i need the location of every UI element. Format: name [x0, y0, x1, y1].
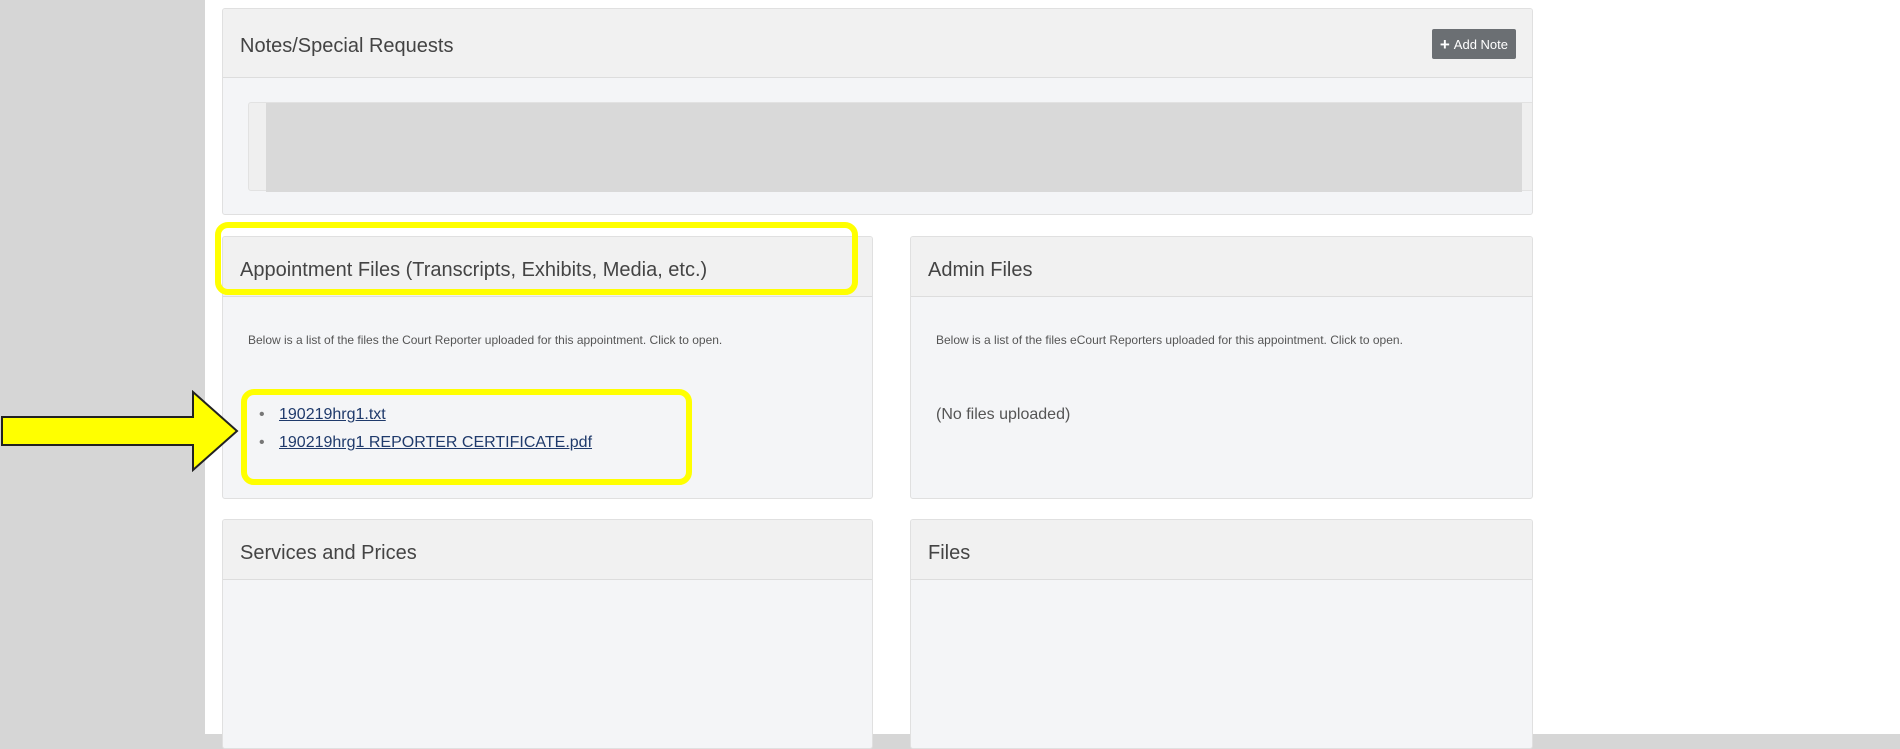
files-title: Files [928, 542, 971, 564]
services-prices-header: Services and Prices [223, 520, 872, 580]
notes-redacted-area [266, 103, 1522, 192]
admin-files-description: Below is a list of the files eCourt Repo… [936, 333, 1403, 347]
add-note-label: Add Note [1453, 36, 1508, 52]
appointment-page: Notes/Special Requests + Add Note Appoin… [205, 0, 1900, 749]
notes-content-box [248, 102, 1532, 192]
notes-panel-title: Notes/Special Requests [240, 35, 454, 57]
plus-icon: + [1439, 34, 1450, 54]
appointment-files-title-highlight [215, 222, 858, 295]
admin-files-header: Admin Files [911, 237, 1532, 297]
file-list-highlight [241, 389, 692, 485]
services-prices-title: Services and Prices [240, 542, 417, 564]
files-header: Files [911, 520, 1532, 580]
add-note-button[interactable]: + Add Note [1431, 29, 1516, 59]
services-prices-panel: Services and Prices [222, 519, 873, 749]
admin-files-empty-text: (No files uploaded) [936, 406, 1071, 423]
files-panel: Files [910, 519, 1533, 749]
arrow-right-icon [1, 390, 239, 472]
admin-files-title: Admin Files [928, 259, 1033, 281]
admin-files-panel: Admin Files Below is a list of the files… [910, 236, 1533, 499]
notes-panel: Notes/Special Requests + Add Note [222, 8, 1533, 215]
notes-panel-header: Notes/Special Requests + Add Note [223, 9, 1532, 78]
appointment-files-description: Below is a list of the files the Court R… [248, 333, 723, 347]
